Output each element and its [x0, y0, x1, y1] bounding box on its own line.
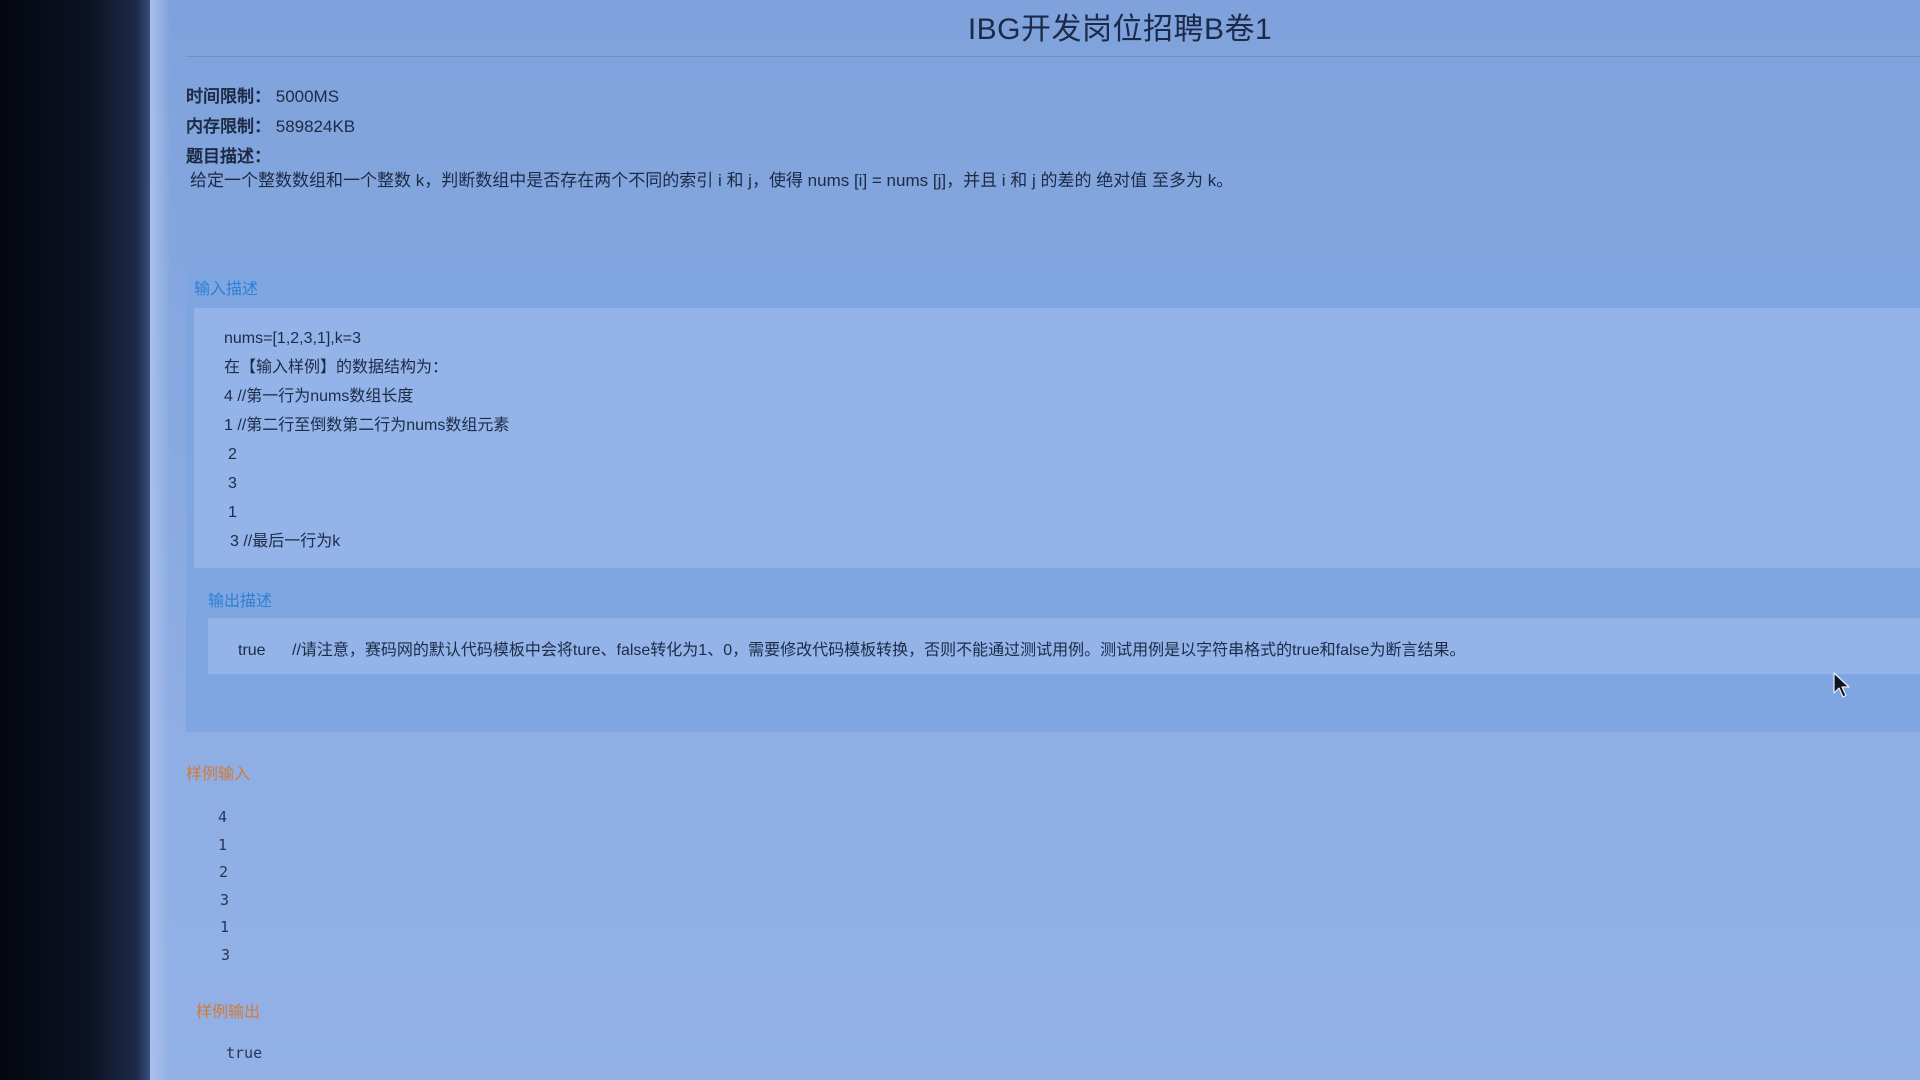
title-divider — [186, 56, 1920, 57]
description-label: 题目描述： — [186, 147, 271, 166]
sample-input-line: 4 — [218, 808, 228, 826]
input-line: nums=[1,2,3,1],k=3 — [224, 330, 361, 347]
output-description-content: true //请注意，赛码网的默认代码模板中会将ture、false转化为1、0… — [238, 636, 1465, 660]
time-limit-row: 时间限制： 5000MS — [186, 82, 355, 112]
problem-description: 给定一个整数数组和一个整数 k，判断数组中是否存在两个不同的索引 i 和 j，使… — [190, 171, 1234, 190]
time-limit-value: 5000MS — [275, 87, 340, 106]
input-line: 4 //第一行为nums数组长度 — [224, 388, 414, 405]
sample-input-content: 4 1 2 3 1 3 — [218, 804, 230, 969]
sample-input-heading: 样例输入 — [186, 766, 251, 783]
memory-limit-label: 内存限制： — [186, 117, 271, 136]
input-line: 2 — [228, 446, 237, 463]
monitor-bezel — [0, 0, 160, 1080]
output-value: true — [238, 642, 266, 659]
output-description-heading: 输出描述 — [208, 593, 273, 610]
input-line: 3 //最后一行为k — [230, 533, 341, 550]
sample-input-line: 3 — [221, 945, 231, 964]
mouse-pointer-icon — [1833, 672, 1850, 698]
screen-edge-glare — [150, 0, 170, 1080]
output-note: //请注意，赛码网的默认代码模板中会将ture、false转化为1、0，需要修改… — [292, 642, 1466, 659]
sample-input-line: 1 — [220, 918, 230, 936]
time-limit-label: 时间限制： — [186, 87, 271, 106]
problem-meta: 时间限制： 5000MS 内存限制： 589824KB 题目描述： 给定一个整数… — [186, 82, 1233, 190]
sample-output-heading: 样例输出 — [196, 1004, 261, 1021]
input-line: 在【输入样例】的数据结构为： — [224, 359, 449, 376]
input-description-heading: 输入描述 — [194, 281, 259, 298]
page-title: IBG开发岗位招聘B卷1 — [967, 13, 1273, 46]
sample-input-line: 3 — [220, 890, 230, 909]
screen: IBG开发岗位招聘B卷1 时间限制： 5000MS 内存限制： 589824KB… — [150, 0, 1920, 1080]
memory-limit-value: 589824KB — [275, 117, 356, 136]
sample-output-content: true — [226, 1040, 262, 1068]
input-line: 1 — [228, 504, 237, 521]
sample-input-line: 1 — [218, 835, 228, 854]
sample-output-line: true — [226, 1044, 263, 1062]
input-line: 1 //第二行至倒数第二行为nums数组元素 — [224, 417, 510, 434]
input-description-content: nums=[1,2,3,1],k=3 在【输入样例】的数据结构为： 4 //第一… — [224, 324, 509, 556]
memory-limit-row: 内存限制： 589824KB — [186, 112, 355, 142]
input-line: 3 — [228, 475, 237, 492]
sample-input-line: 2 — [219, 863, 229, 881]
